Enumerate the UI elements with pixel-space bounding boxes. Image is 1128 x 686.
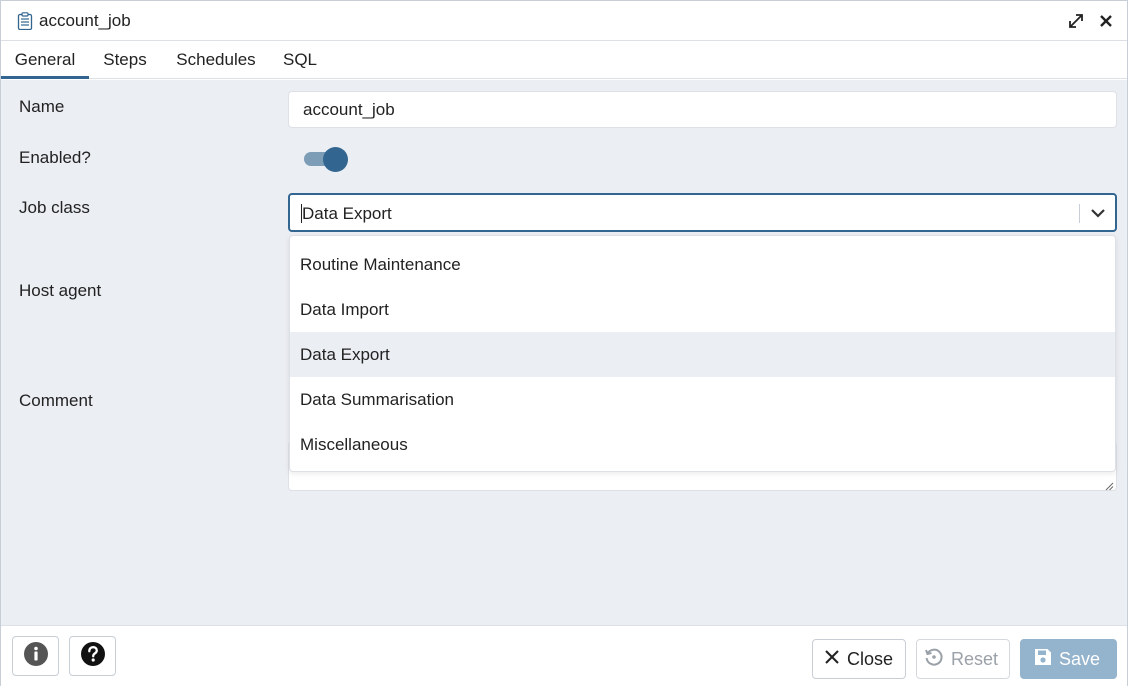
enabled-label: Enabled? xyxy=(19,148,91,167)
job-class-value: Data Export xyxy=(302,204,392,223)
save-button[interactable]: Save xyxy=(1020,639,1117,679)
info-icon xyxy=(23,641,49,672)
tab-steps[interactable]: Steps xyxy=(95,41,155,79)
name-label: Name xyxy=(19,97,65,116)
save-button-label: Save xyxy=(1059,648,1101,669)
job-dialog: account_job General Steps Schedules SQL … xyxy=(0,0,1128,686)
close-button[interactable]: Close xyxy=(812,639,906,679)
floppy-disk-icon xyxy=(1033,647,1059,672)
expand-icon[interactable] xyxy=(1065,10,1087,32)
name-input[interactable]: account_job xyxy=(288,91,1117,128)
toggle-knob xyxy=(323,147,348,172)
option-miscellaneous[interactable]: Miscellaneous xyxy=(290,422,1115,467)
tab-sql[interactable]: SQL xyxy=(277,41,323,79)
option-data-export[interactable]: Data Export xyxy=(290,332,1115,377)
select-separator xyxy=(1079,204,1080,223)
clipboard-list-icon xyxy=(17,12,33,31)
job-class-dropdown: Routine Maintenance Data Import Data Exp… xyxy=(289,235,1116,472)
host-agent-label: Host agent xyxy=(19,281,102,300)
info-button[interactable] xyxy=(12,636,59,676)
dialog-titlebar: account_job xyxy=(1,1,1127,41)
resize-grip-icon[interactable] xyxy=(1104,478,1114,491)
close-button-label: Close xyxy=(847,648,894,669)
option-routine-maintenance[interactable]: Routine Maintenance xyxy=(290,242,1115,287)
chevron-down-icon[interactable] xyxy=(1087,202,1109,224)
dialog-title: account_job xyxy=(39,11,131,30)
dialog-footer: Close Reset Save xyxy=(1,625,1127,686)
reset-icon xyxy=(923,646,951,673)
reset-button[interactable]: Reset xyxy=(916,639,1010,679)
tab-schedules[interactable]: Schedules xyxy=(167,41,265,79)
option-data-import[interactable]: Data Import xyxy=(290,287,1115,332)
job-class-select[interactable]: Data Export xyxy=(288,193,1117,232)
tab-bar: General Steps Schedules SQL xyxy=(1,41,1127,79)
close-icon[interactable] xyxy=(1095,10,1117,32)
x-icon xyxy=(823,648,847,671)
option-data-summarisation[interactable]: Data Summarisation xyxy=(290,377,1115,422)
enabled-toggle[interactable] xyxy=(302,147,348,172)
job-class-label: Job class xyxy=(19,198,90,217)
comment-label: Comment xyxy=(19,391,93,410)
tab-general[interactable]: General xyxy=(1,41,89,79)
question-icon xyxy=(80,641,106,672)
help-button[interactable] xyxy=(69,636,116,676)
reset-button-label: Reset xyxy=(951,648,999,669)
